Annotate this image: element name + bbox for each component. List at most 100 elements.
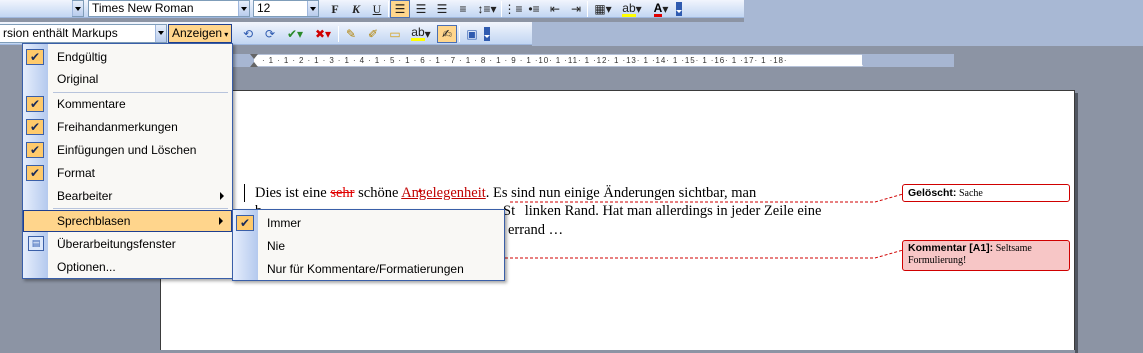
reject-change-button[interactable]: ✖▾ [310, 25, 336, 43]
font-size-value: 12 [257, 1, 271, 15]
align-center-button[interactable]: ☰ [411, 0, 431, 18]
menu-item-label: Immer [267, 216, 301, 230]
change-bar [244, 184, 245, 202]
formatting-buttons: F K U ☰ ☰ ☰ ≡ ↕≡▾ ⋮≡ •≡ ⇤ ⇥ ▦▾ ab ▾ A ▾ [325, 0, 682, 18]
show-menu-button[interactable]: Anzeigen ▾ [168, 24, 232, 43]
check-icon: ✔ [236, 215, 254, 231]
menu-item-comments[interactable]: ✔ Kommentare [23, 93, 232, 115]
menu-item-original[interactable]: Original [23, 68, 232, 90]
font-name-combo[interactable]: Times New Roman [88, 0, 250, 17]
next-change-icon: ⟳ [264, 26, 276, 41]
toolbar-separator [338, 25, 339, 42]
style-combo-arrow[interactable] [72, 0, 84, 17]
ink-comment-button[interactable]: ▭ [385, 25, 405, 43]
horizontal-ruler[interactable]: · 1 · 1 · 2 · 1 · 3 · 1 · 4 · 1 · 5 · 1 … [232, 54, 954, 67]
chevron-down-icon[interactable] [307, 1, 318, 16]
align-left-icon: ☰ [394, 2, 406, 16]
pen-icon: ✐ [367, 26, 379, 41]
folder-icon: ▭ [389, 26, 401, 41]
align-right-icon: ☰ [436, 2, 448, 16]
highlight-button[interactable]: ab ▾ [618, 0, 646, 18]
first-line-indent-marker[interactable] [250, 54, 258, 59]
menu-item-label: Freihandanmerkungen [57, 120, 178, 134]
toolbar-separator [501, 1, 502, 17]
menu-item-insertions-deletions[interactable]: ✔ Einfügungen und Löschen [23, 139, 232, 161]
menu-item-label: Original [57, 72, 99, 86]
right-indent-marker[interactable] [855, 60, 863, 66]
toolbar-options-grip[interactable] [676, 2, 682, 16]
text-run: schöne [354, 185, 402, 201]
bullet-list-icon: •≡ [528, 2, 540, 16]
page-shadow [1075, 93, 1078, 353]
outdent-icon: ⇤ [549, 2, 561, 16]
deleted-text: sehr [330, 185, 355, 201]
toolbar-options-grip[interactable] [484, 26, 490, 41]
italic-button[interactable]: K [346, 0, 366, 18]
align-left-button[interactable]: ☰ [390, 0, 410, 18]
bold-button[interactable]: F [325, 0, 345, 18]
check-icon: ✔ [26, 96, 44, 112]
insert-comment-button[interactable]: ✎ [341, 25, 361, 43]
menu-item-never[interactable]: Nie [233, 235, 504, 257]
line-spacing-button[interactable]: ↕≡▾ [474, 0, 500, 18]
ruler-ticks: · 1 · 1 · 2 · 1 · 3 · 1 · 4 · 1 · 5 · 1 … [262, 56, 788, 65]
menu-item-label: Sprechblasen [57, 214, 131, 228]
decrease-indent-button[interactable]: ⇤ [545, 0, 565, 18]
numbering-button[interactable]: ⋮≡ [503, 0, 523, 18]
font-color-button[interactable]: A ▾ [647, 0, 675, 18]
check-icon: ✔ [26, 142, 44, 158]
review-buttons: ⟲ ⟳ ✔▾ ✖▾ ✎ ✐ ▭ ab ▾ ✍ ▣ [238, 24, 490, 43]
menu-item-reviewers[interactable]: Bearbeiter [23, 185, 232, 207]
markup-view-value: rsion enthält Markups [3, 26, 118, 40]
font-color-icon: A [653, 0, 663, 17]
menu-item-reviewing-pane[interactable]: ▤ Überarbeitungsfenster [23, 233, 232, 255]
chevron-down-icon[interactable] [238, 1, 249, 16]
balloon-text: Formulierung! [908, 255, 967, 266]
hanging-indent-marker[interactable] [250, 62, 258, 67]
comment-balloon[interactable]: Kommentar [A1]: Seltsame Formulierung! [902, 240, 1070, 271]
menu-item-label: Optionen... [57, 260, 116, 274]
font-size-combo[interactable]: 12 [253, 0, 319, 17]
show-menu-label: Anzeigen [172, 26, 223, 40]
toolbar-dock-area [532, 22, 1143, 46]
menu-item-always[interactable]: ✔ Immer [233, 212, 504, 234]
menu-item-label: Überarbeitungsfenster [57, 237, 176, 251]
bullets-button[interactable]: •≡ [524, 0, 544, 18]
previous-change-button[interactable]: ⟲ [238, 25, 258, 43]
menu-item-label: Endgültig [57, 50, 108, 64]
deleted-balloon[interactable]: Gelöscht: Sache [902, 184, 1070, 202]
menu-separator [53, 208, 228, 209]
balloon-text: Seltsame [995, 243, 1032, 254]
next-change-button[interactable]: ⟳ [260, 25, 280, 43]
reviewing-pane-button[interactable]: ▣ [462, 25, 482, 43]
menu-item-final[interactable]: ✔ Endgültig [23, 46, 232, 68]
review-highlight-button[interactable]: ab ▾ [407, 25, 435, 43]
markup-view-combo[interactable]: rsion enthält Markups [0, 24, 167, 43]
toolbar-separator [388, 1, 389, 17]
align-right-button[interactable]: ☰ [432, 0, 452, 18]
menu-item-comments-formatting-only[interactable]: Nur für Kommentare/Formatierungen [233, 258, 504, 280]
balloon-text: Sache [958, 188, 983, 199]
ink-annotation-button[interactable]: ✐ [363, 25, 383, 43]
balloons-submenu: ✔ Immer Nie Nur für Kommentare/Formatier… [232, 209, 505, 281]
underline-button[interactable]: U [367, 0, 387, 18]
text-run: Dies ist eine [255, 185, 331, 201]
toolbar-separator [587, 1, 588, 17]
menu-item-options[interactable]: Optionen... [23, 256, 232, 278]
highlighter-icon: ab [411, 25, 425, 41]
submenu-arrow-icon [220, 192, 224, 200]
borders-button[interactable]: ▦▾ [589, 0, 617, 18]
chevron-down-icon[interactable] [155, 25, 166, 42]
justify-button[interactable]: ≡ [453, 0, 473, 18]
menu-item-formatting[interactable]: ✔ Format [23, 162, 232, 184]
show-menu: ✔ Endgültig Original ✔ Kommentare ✔ Frei… [22, 43, 233, 279]
menu-item-balloons[interactable]: Sprechblasen [23, 210, 232, 232]
track-changes-button[interactable]: ✍ [437, 24, 457, 43]
toolbar-separator [459, 25, 460, 42]
increase-indent-button[interactable]: ⇥ [566, 0, 586, 18]
previous-change-icon: ⟲ [242, 26, 254, 41]
toolbar-dock-area [744, 0, 1143, 22]
menu-item-ink-annotations[interactable]: ✔ Freihandanmerkungen [23, 116, 232, 138]
reviewing-pane-icon: ▤ [28, 236, 44, 251]
accept-change-button[interactable]: ✔▾ [282, 25, 308, 43]
